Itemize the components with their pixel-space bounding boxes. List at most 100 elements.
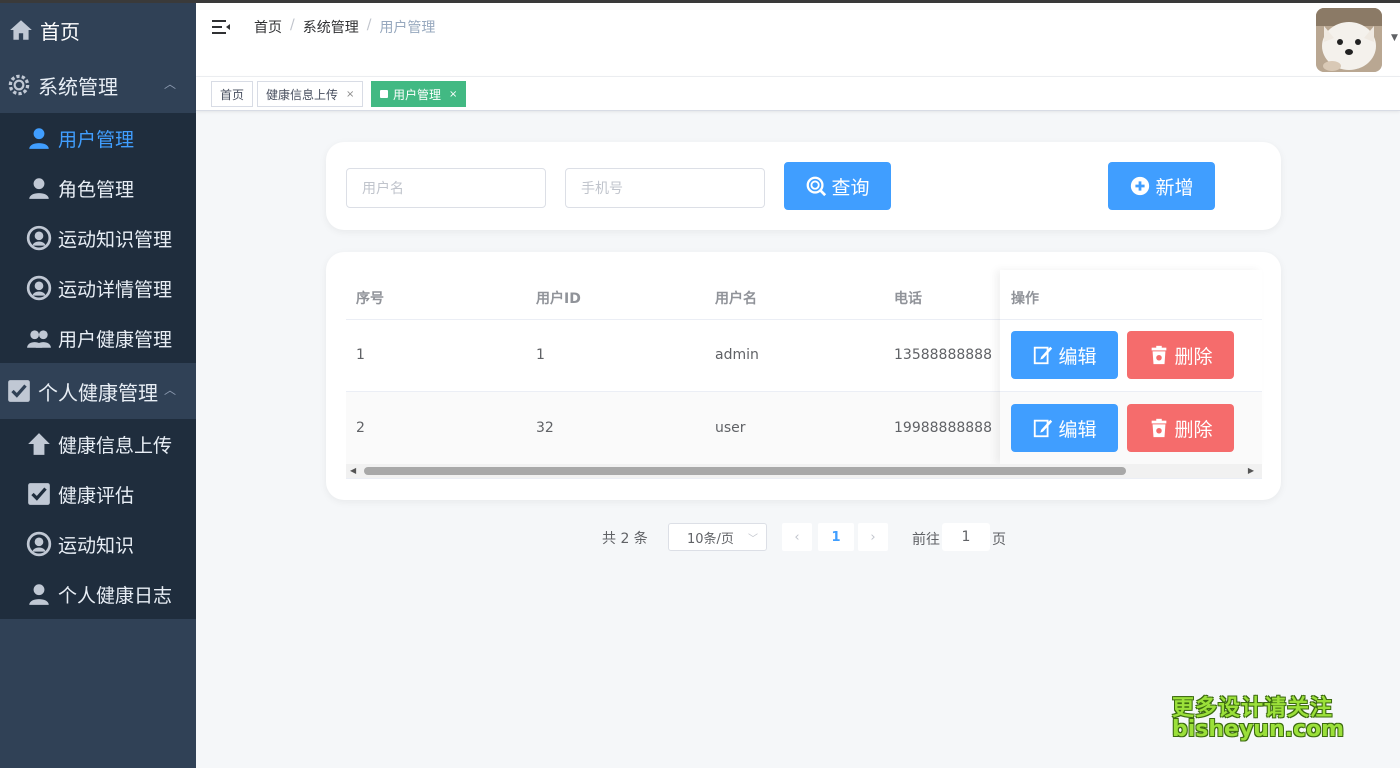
- breadcrumb-current: 用户管理: [379, 20, 436, 36]
- goto-label: 前往: [912, 532, 940, 548]
- edit-icon: [1034, 346, 1053, 365]
- cell-username: user: [715, 420, 746, 436]
- goto-page-input[interactable]: 1: [942, 523, 990, 551]
- breadcrumb-separator: /: [290, 17, 295, 33]
- sidebar-item-user-health-management[interactable]: 用户健康管理: [0, 313, 196, 363]
- sidebar-item-user-management[interactable]: 用户管理: [0, 113, 196, 163]
- cell-user-id: 1: [536, 347, 545, 363]
- edit-button[interactable]: 编辑: [1011, 331, 1118, 379]
- delete-button[interactable]: 删除: [1127, 404, 1234, 452]
- username-input[interactable]: 用户名: [346, 168, 546, 208]
- prev-page-button[interactable]: ‹: [782, 523, 812, 551]
- sidebar-item-label: 用户健康管理: [58, 328, 173, 351]
- search-icon: [807, 176, 827, 197]
- submenu-system: 用户管理 角色管理 运动知识管理 运动详情管理 用户健康管理: [0, 113, 196, 363]
- tag-label: 首页: [220, 87, 245, 102]
- watermark-url: bisheyun.com: [1172, 717, 1345, 742]
- column-header: 用户ID: [536, 291, 581, 307]
- chevron-up-icon: ︿: [163, 77, 176, 91]
- sidebar-item-health-upload[interactable]: 健康信息上传: [0, 419, 196, 469]
- query-button-label: 查询: [831, 176, 870, 199]
- sidebar-item-label: 健康信息上传: [58, 434, 173, 457]
- tag-label: 健康信息上传: [266, 87, 339, 102]
- column-header: 序号: [356, 291, 384, 307]
- sidebar-group-label: 系统管理: [38, 74, 118, 99]
- breadcrumb-item[interactable]: 首页: [254, 17, 282, 37]
- upload-house-icon: [26, 431, 52, 457]
- edit-button[interactable]: 编辑: [1011, 404, 1118, 452]
- scroll-right-icon[interactable]: ▶: [1248, 466, 1254, 475]
- sidebar-item-exercise-detail-management[interactable]: 运动详情管理: [0, 263, 196, 313]
- phone-input[interactable]: 手机号: [565, 168, 765, 208]
- user-icon: [26, 175, 52, 201]
- chevron-down-icon: ﹀: [748, 534, 758, 545]
- add-button-label: 新增: [1155, 176, 1194, 199]
- trash-icon: [1152, 345, 1167, 365]
- page-number-current[interactable]: 1: [818, 523, 854, 551]
- chevron-right-icon: ›: [870, 529, 876, 545]
- tags-view: 首页 健康信息上传 × 用户管理 ×: [196, 77, 1400, 111]
- sidebar-group-personal-health[interactable]: 个人健康管理 ︿: [0, 363, 196, 419]
- page-size-select[interactable]: 10条/页 ﹀: [668, 523, 767, 551]
- user-icon: [26, 125, 52, 151]
- checkbox-icon: [6, 378, 32, 404]
- column-header: 用户名: [715, 291, 757, 307]
- menu-fold-icon[interactable]: [212, 19, 230, 35]
- cell-index: 2: [356, 420, 365, 436]
- chevron-left-icon: ‹: [794, 529, 800, 545]
- sidebar-item-exercise-knowledge[interactable]: 运动知识: [0, 519, 196, 569]
- cell-phone: 13588888888: [894, 347, 992, 363]
- edit-button-label: 编辑: [1058, 345, 1097, 368]
- search-card: 用户名 手机号 查询 新增: [326, 142, 1281, 230]
- sidebar: 首页 系统管理 ︿ 用户管理 角色管理 运动知识管理 运动详情管理 用户健康管理…: [0, 3, 196, 768]
- scrollbar-thumb[interactable]: [364, 467, 1126, 475]
- sidebar-item-health-log[interactable]: 个人健康日志: [0, 569, 196, 619]
- page-suffix: 页: [992, 532, 1006, 548]
- pagination-total: 共 2 条: [602, 531, 648, 547]
- sidebar-item-health-assessment[interactable]: 健康评估: [0, 469, 196, 519]
- close-icon[interactable]: ×: [449, 89, 457, 100]
- caret-down-icon[interactable]: ▼: [1391, 33, 1398, 43]
- sidebar-item-label: 运动知识: [58, 534, 135, 557]
- table-card: 序号 用户ID 用户名 电话 1 1 admin 13588888888 2 3…: [326, 252, 1281, 500]
- column-header: 操作: [1011, 291, 1039, 307]
- sidebar-item-label: 首页: [40, 19, 80, 44]
- close-icon[interactable]: ×: [346, 89, 354, 100]
- scroll-left-icon[interactable]: ◀: [350, 466, 356, 475]
- add-circle-icon: [1131, 176, 1150, 196]
- next-page-button[interactable]: ›: [858, 523, 888, 551]
- cell-phone: 19988888888: [894, 420, 992, 436]
- active-dot-icon: [380, 90, 388, 98]
- column-header: 电话: [894, 291, 922, 307]
- tag-user-management[interactable]: 用户管理 ×: [371, 81, 467, 107]
- edit-button-label: 编辑: [1058, 418, 1097, 441]
- sidebar-item-home[interactable]: 首页: [0, 3, 196, 57]
- add-button[interactable]: 新增: [1108, 162, 1215, 210]
- breadcrumb-item[interactable]: 系统管理: [303, 17, 359, 37]
- tag-health-upload[interactable]: 健康信息上传 ×: [257, 81, 364, 107]
- delete-button[interactable]: 删除: [1127, 331, 1234, 379]
- trash-icon: [1152, 418, 1167, 438]
- query-button[interactable]: 查询: [784, 162, 891, 210]
- user-circle-icon: [26, 225, 52, 251]
- horizontal-scrollbar[interactable]: ◀ ▶: [346, 464, 1262, 479]
- sidebar-group-system[interactable]: 系统管理 ︿: [0, 57, 196, 113]
- delete-button-label: 删除: [1174, 418, 1213, 441]
- user-circle-icon: [26, 531, 52, 557]
- tag-label: 用户管理: [393, 87, 442, 102]
- user-icon: [26, 581, 52, 607]
- page-size-value: 10条/页: [687, 531, 734, 547]
- users-group-icon: [26, 325, 52, 351]
- sidebar-item-label: 角色管理: [58, 178, 135, 201]
- sidebar-item-label: 运动详情管理: [58, 278, 173, 301]
- breadcrumb-separator: /: [366, 17, 372, 33]
- tag-home[interactable]: 首页: [211, 81, 254, 107]
- sidebar-item-role-management[interactable]: 角色管理: [0, 163, 196, 213]
- operations-column: 操作 编辑 删除 编辑 删除: [1000, 270, 1262, 464]
- avatar[interactable]: [1316, 8, 1382, 72]
- sidebar-item-exercise-knowledge-management[interactable]: 运动知识管理: [0, 213, 196, 263]
- cell-username: admin: [715, 347, 759, 363]
- top-navbar: 首页 / 系统管理 / 用户管理 ▼: [196, 3, 1400, 77]
- sidebar-item-label: 健康评估: [58, 484, 135, 507]
- gear-icon: [6, 72, 32, 98]
